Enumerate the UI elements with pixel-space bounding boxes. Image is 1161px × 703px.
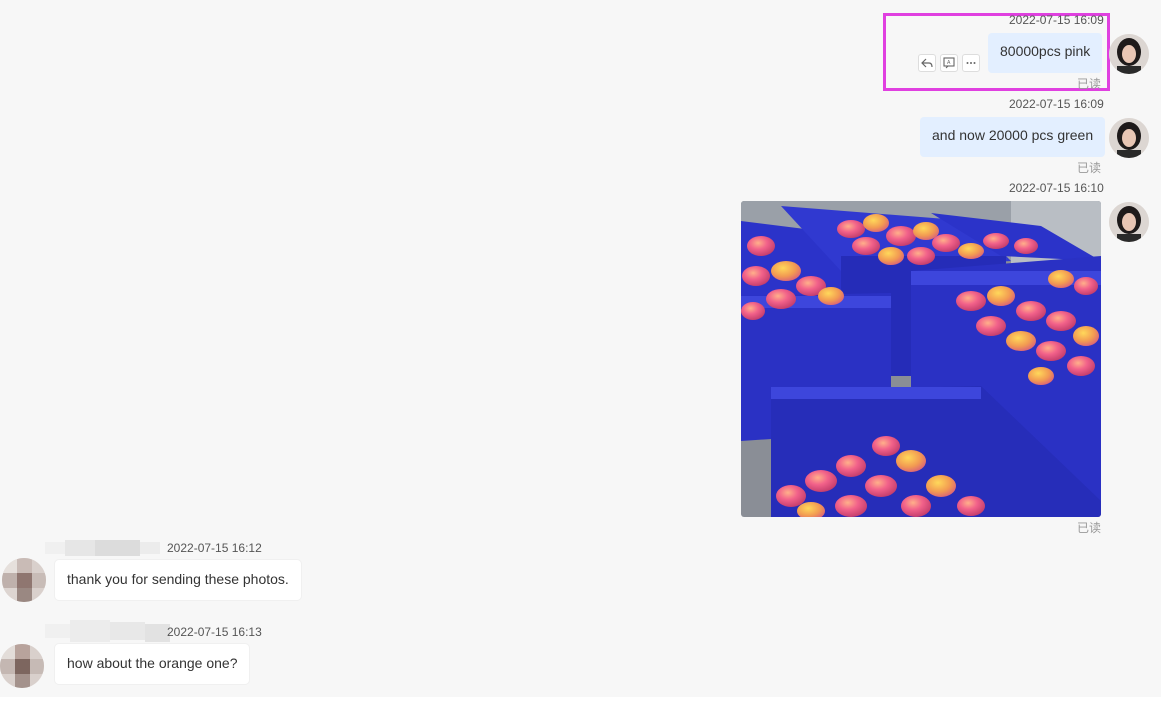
outgoing-message-bubble[interactable]: 80000pcs pink [988,33,1103,73]
chat-bottom-edge [0,697,1161,703]
more-icon[interactable] [962,54,980,72]
incoming-message-bubble[interactable]: thank you for sending these photos. [55,560,301,600]
avatar[interactable] [1109,34,1149,74]
message-text: how about the orange one? [67,655,238,671]
avatar[interactable] [1109,118,1149,158]
message-text: and now 20000 pcs green [932,127,1094,143]
message-timestamp: 2022-07-15 16:09 [1009,97,1104,111]
photo-crates-of-mangoes[interactable] [741,201,1101,517]
avatar[interactable] [0,644,44,688]
read-status: 已读 [1077,521,1102,535]
sender-name-blurred [45,540,160,556]
message-text: thank you for sending these photos. [67,571,289,587]
sender-name-blurred [45,620,170,644]
message-timestamp: 2022-07-15 16:10 [1009,181,1104,195]
message-timestamp: 2022-07-15 16:09 [1009,13,1104,27]
message-actions: A [918,54,980,72]
incoming-message-bubble[interactable]: how about the orange one? [55,644,250,684]
quote-icon[interactable]: A [940,54,958,72]
avatar[interactable] [1109,202,1149,242]
avatar[interactable] [2,558,46,602]
message-timestamp: 2022-07-15 16:12 [167,541,262,555]
outgoing-message-bubble[interactable]: and now 20000 pcs green [920,117,1106,157]
read-status: 已读 [1077,161,1102,175]
message-text: 80000pcs pink [1000,43,1091,59]
svg-text:A: A [947,60,951,66]
reply-icon[interactable] [918,54,936,72]
message-timestamp: 2022-07-15 16:13 [167,625,262,639]
read-status: 已读 [1077,77,1102,91]
